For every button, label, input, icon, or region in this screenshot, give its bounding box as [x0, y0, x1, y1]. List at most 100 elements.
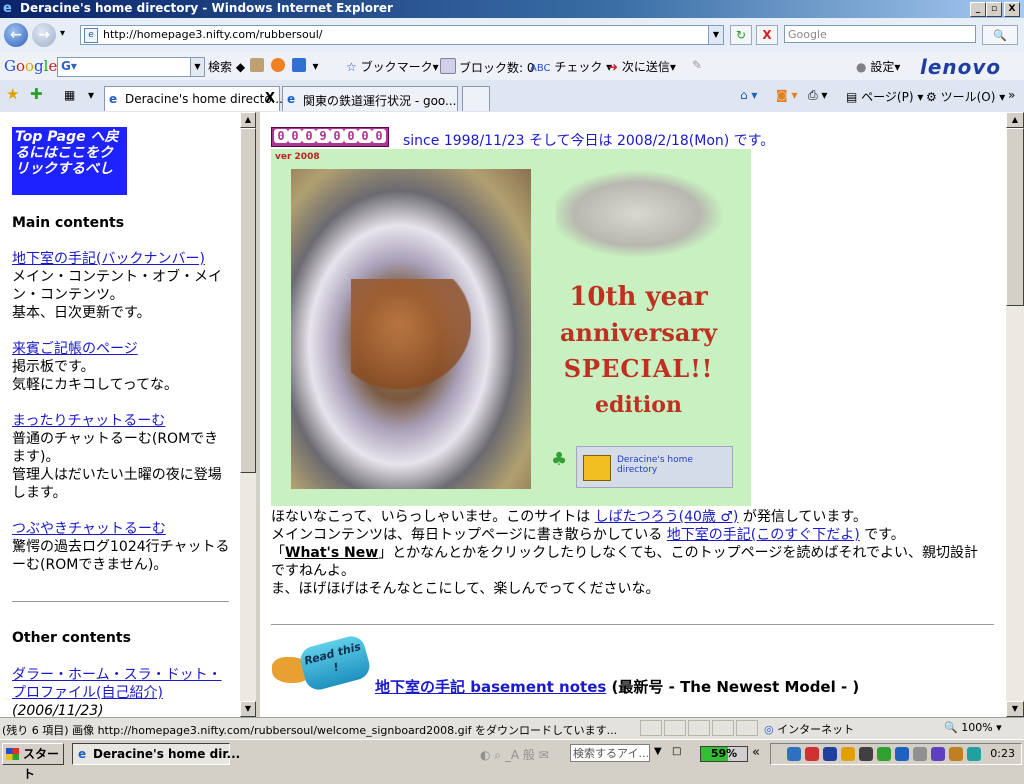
volume-icon[interactable]: [913, 747, 927, 761]
page-menu[interactable]: ▤ ページ(P) ▾: [846, 88, 923, 105]
address-url[interactable]: http://homepage3.nifty.com/rubbersoul/: [103, 28, 322, 41]
quick-tabs-icon[interactable]: ▦: [64, 88, 75, 102]
address-dropdown-icon[interactable]: ▼: [708, 26, 723, 44]
intro-line-4: ま、ほげほげはそんなとこにして、楽しんでってくださいな。: [271, 581, 660, 597]
clock[interactable]: 0:23: [990, 747, 1015, 760]
scroll-down-button[interactable]: ▼: [240, 701, 256, 717]
list-item: 地下室の手記(バックナンバー) メイン・コンテント・オブ・メイン・コンテンツ。 …: [12, 250, 230, 322]
display-icon[interactable]: [859, 747, 873, 761]
forward-button[interactable]: →: [32, 23, 56, 47]
security-icon[interactable]: [805, 747, 819, 761]
status-cell: [712, 720, 734, 736]
google-search-box[interactable]: G▾ ▼: [57, 57, 205, 77]
google-dropdown-icon[interactable]: ▼: [190, 58, 204, 76]
address-bar[interactable]: e http://homepage3.nifty.com/rubbersoul/…: [80, 25, 724, 45]
stop-button[interactable]: X: [756, 25, 778, 45]
basement-notes-link[interactable]: 地下室の手記(このすぐ下だよ): [667, 527, 860, 543]
warning-icon[interactable]: [841, 747, 855, 761]
tab-train-status[interactable]: e 関東の鉄道運行状況 - goo...: [282, 86, 458, 111]
add-favorite-icon[interactable]: ✚: [30, 85, 43, 103]
tab-list-icon[interactable]: ▾: [88, 88, 94, 102]
close-window-button[interactable]: X: [1004, 2, 1020, 17]
popup-blocker-button[interactable]: ブロック数: 0: [440, 58, 535, 76]
basement-notes-title-link[interactable]: 地下室の手記 basement notes: [375, 678, 606, 696]
update-icon[interactable]: [949, 747, 963, 761]
tools-menu[interactable]: ⚙ ツール(O) ▾: [926, 88, 1005, 105]
counter-digit: 9: [316, 129, 330, 143]
top-page-link[interactable]: Top Page へ戻るにはここをクリックするべし: [12, 127, 127, 195]
battery-indicator[interactable]: 59%: [700, 746, 748, 762]
desktop-search-dropdown-icon[interactable]: ▼: [654, 746, 662, 757]
right-scrollbar[interactable]: ▲ ▼: [1006, 112, 1024, 717]
favorites-star-icon[interactable]: ★: [6, 85, 19, 103]
scroll-up-button[interactable]: ▲: [240, 112, 256, 128]
desktop-search-input[interactable]: 検索するアイ...: [570, 744, 650, 762]
zoom-control[interactable]: 🔍 100% ▾: [944, 721, 1002, 734]
pencil-icon[interactable]: ✎: [692, 58, 702, 72]
toolbar-icons[interactable]: ▾: [250, 58, 319, 73]
scroll-thumb[interactable]: [240, 128, 256, 473]
banner-line: SPECIAL!!: [563, 354, 714, 383]
news-icon[interactable]: [250, 58, 264, 72]
wireless-icon[interactable]: [895, 747, 909, 761]
search-input[interactable]: Google: [784, 25, 976, 43]
scroll-down-button[interactable]: ▼: [1006, 701, 1024, 717]
home-icon[interactable]: ⌂ ▾: [740, 88, 757, 102]
bookmark-button[interactable]: ☆ ブックマーク▾: [346, 58, 439, 75]
more-commands-icon[interactable]: »: [1008, 88, 1015, 102]
swirl-icon[interactable]: [270, 58, 285, 72]
right-frame: 00090000 since 1998/11/23 そして今日は 2008/2/…: [260, 112, 1006, 717]
language-bar[interactable]: ◐ ⌕ _A 般 ✉: [480, 746, 549, 763]
tray-expand-icon[interactable]: «: [752, 745, 760, 760]
tab-close-icon[interactable]: X: [265, 91, 275, 106]
minimize-button[interactable]: _: [970, 2, 986, 17]
power-icon[interactable]: [877, 747, 891, 761]
google-settings-button[interactable]: ● 設定▾: [856, 58, 900, 75]
list-item-desc: 掲示板です。 気軽にカキコしてってな。: [12, 359, 179, 393]
spellcheck-button[interactable]: ABC チェック ▾: [530, 58, 612, 75]
maximize-button[interactable]: ▫: [986, 2, 1002, 17]
sync-icon[interactable]: [967, 747, 981, 761]
tsubuyaki-chat-link[interactable]: つぶやきチャットるーむ: [12, 521, 166, 537]
network-icon[interactable]: [787, 747, 801, 761]
counter-digit: 0: [344, 129, 358, 143]
windows-logo-icon: [6, 748, 19, 760]
whats-new-link[interactable]: What's New: [285, 545, 378, 561]
bluetooth-icon[interactable]: [823, 747, 837, 761]
chat-room-link[interactable]: まったりチャットるーむ: [12, 413, 165, 429]
refresh-button[interactable]: ↻: [730, 25, 752, 45]
new-tab-button[interactable]: [462, 86, 490, 111]
author-link[interactable]: しばたつろう(40歳 ♂): [595, 509, 739, 525]
guestbook-link[interactable]: 来賓ご記帳のページ: [12, 341, 138, 357]
start-button[interactable]: スタート: [2, 743, 64, 781]
feeds-icon[interactable]: ◙ ▾: [776, 88, 797, 102]
divider: [12, 601, 229, 602]
tab-deracine[interactable]: e Deracine's home directo... X: [104, 86, 283, 111]
since-text: since 1998/11/23 そして今日は 2008/2/18(Mon) で…: [403, 133, 775, 149]
security-zone[interactable]: ◎ インターネット: [764, 721, 854, 737]
left-scrollbar[interactable]: ▲ ▼: [240, 112, 256, 717]
basement-backnumber-link[interactable]: 地下室の手記(バックナンバー): [12, 251, 205, 267]
search-go-button[interactable]: 🔍: [982, 25, 1018, 45]
status-bar: (残り 6 項目) 画像 http://homepage3.nifty.com/…: [0, 717, 1024, 740]
ime-icon[interactable]: [931, 747, 945, 761]
send-to-button[interactable]: ➜ 次に送信▾: [608, 58, 676, 75]
desktop-search-button[interactable]: □: [672, 746, 681, 757]
system-tray: 0:23: [770, 743, 1022, 765]
coffee-cup-photo: [291, 169, 531, 489]
profile-link[interactable]: ダラー・ホーム・スラ・ドット・プロファイル(自己紹介): [12, 667, 222, 701]
history-dropdown-icon[interactable]: ▾: [60, 28, 65, 39]
latte-heart: [351, 279, 471, 389]
tab-bar: ★ ✚ ▦ ▾ e Deracine's home directo... X e…: [0, 80, 1024, 113]
back-button[interactable]: ←: [4, 23, 28, 47]
counter-digit: 0: [372, 129, 386, 143]
google-search-button[interactable]: 検索 ◆: [208, 58, 245, 75]
scroll-thumb[interactable]: [1006, 128, 1024, 306]
scroll-up-button[interactable]: ▲: [1006, 112, 1024, 128]
print-icon[interactable]: ⎙ ▾: [808, 88, 827, 103]
profile-date: (2006/11/23): [12, 703, 104, 717]
google-selector[interactable]: G▾: [61, 59, 77, 73]
puzzle-icon[interactable]: [291, 58, 306, 72]
taskbar-ie-button[interactable]: e Deracine's home dir...: [72, 743, 240, 765]
other-contents-heading: Other contents: [12, 630, 131, 646]
